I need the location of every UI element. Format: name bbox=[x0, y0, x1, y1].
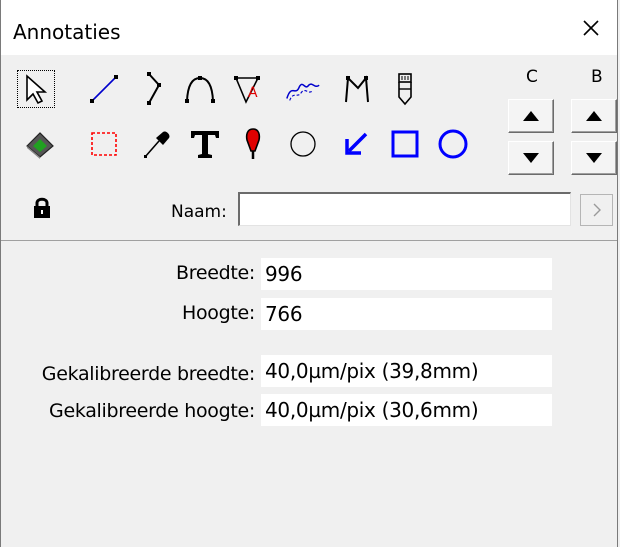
column-b-label: B bbox=[591, 67, 603, 87]
text-tool-button[interactable] bbox=[186, 125, 224, 163]
height-label: Hoogte: bbox=[181, 302, 255, 324]
marker-pin-icon bbox=[245, 128, 261, 159]
ellipse-tool-button[interactable] bbox=[434, 125, 472, 163]
column-c-label: C bbox=[526, 67, 538, 87]
name-input[interactable] bbox=[238, 192, 571, 226]
calibrated-width-value: 40,0µm/pix (39,8mm) bbox=[261, 355, 552, 387]
svg-text:A: A bbox=[248, 85, 258, 101]
width-value: 996 bbox=[261, 258, 552, 290]
title-bar: Annotaties bbox=[1, 0, 617, 55]
polygon-text-tool-button[interactable]: A bbox=[231, 70, 269, 108]
circle-outline-icon bbox=[290, 131, 316, 157]
annotation-toolbar: A C B Naam: bbox=[1, 55, 617, 241]
text-icon bbox=[191, 131, 219, 158]
measure-tool-button[interactable] bbox=[338, 70, 376, 108]
polyline-tool-button[interactable] bbox=[135, 70, 173, 108]
eyedropper-icon bbox=[144, 131, 170, 158]
arrow-tool-button[interactable] bbox=[337, 125, 375, 163]
dashed-rectangle-icon bbox=[91, 132, 117, 156]
lock-icon bbox=[34, 197, 50, 218]
close-button[interactable] bbox=[577, 14, 605, 42]
triangle-down-icon bbox=[586, 153, 602, 163]
brightness-up-button[interactable] bbox=[571, 99, 617, 133]
annotations-window: Annotaties A C B Naam: Breedte: 996 Hoog… bbox=[0, 0, 618, 547]
name-label: Naam: bbox=[171, 202, 227, 222]
window-title: Annotaties bbox=[13, 20, 121, 44]
width-label: Breedte: bbox=[175, 262, 255, 284]
contrast-down-button[interactable] bbox=[508, 141, 554, 175]
fill-eraser-tool-button[interactable] bbox=[21, 125, 59, 163]
triangle-up-icon bbox=[586, 111, 602, 121]
line-tool-button[interactable] bbox=[85, 70, 123, 108]
chevron-right-icon bbox=[593, 203, 601, 217]
arrow-icon bbox=[345, 132, 368, 155]
brightness-down-button[interactable] bbox=[571, 141, 617, 175]
pointer-icon bbox=[26, 74, 48, 105]
freehand-tool-button[interactable] bbox=[284, 70, 322, 108]
eyedropper-tool-button[interactable] bbox=[137, 125, 175, 163]
freehand-icon bbox=[286, 83, 320, 101]
contrast-up-button[interactable] bbox=[508, 99, 554, 133]
height-value: 766 bbox=[261, 298, 552, 330]
fill-eraser-icon bbox=[26, 132, 54, 159]
circle-outline-tool-button[interactable] bbox=[284, 125, 322, 163]
triangle-up-icon bbox=[523, 111, 539, 121]
rectangle-tool-button[interactable] bbox=[386, 125, 424, 163]
arc-tool-button[interactable] bbox=[181, 70, 219, 108]
calibrated-width-label: Gekalibreerde breedte: bbox=[41, 363, 256, 385]
dashed-rectangle-tool-button[interactable] bbox=[85, 125, 123, 163]
apply-name-button[interactable] bbox=[580, 194, 613, 226]
calibrated-height-value: 40,0µm/pix (30,6mm) bbox=[261, 394, 552, 426]
close-icon bbox=[583, 20, 599, 36]
pointer-tool-button[interactable] bbox=[17, 70, 55, 108]
pencil-tool-button[interactable] bbox=[386, 70, 424, 108]
line-icon bbox=[90, 75, 118, 103]
polyline-icon bbox=[147, 72, 161, 105]
measure-angle-icon bbox=[345, 75, 369, 103]
pencil-icon bbox=[398, 73, 412, 106]
lock-button[interactable] bbox=[32, 197, 52, 224]
marker-pin-tool-button[interactable] bbox=[234, 125, 272, 163]
calibrated-height-label: Gekalibreerde hoogte: bbox=[49, 400, 255, 422]
polygon-text-icon: A bbox=[234, 76, 260, 104]
triangle-down-icon bbox=[523, 153, 539, 163]
rectangle-icon bbox=[391, 130, 419, 158]
ellipse-icon bbox=[438, 129, 468, 159]
arc-icon bbox=[185, 76, 215, 103]
